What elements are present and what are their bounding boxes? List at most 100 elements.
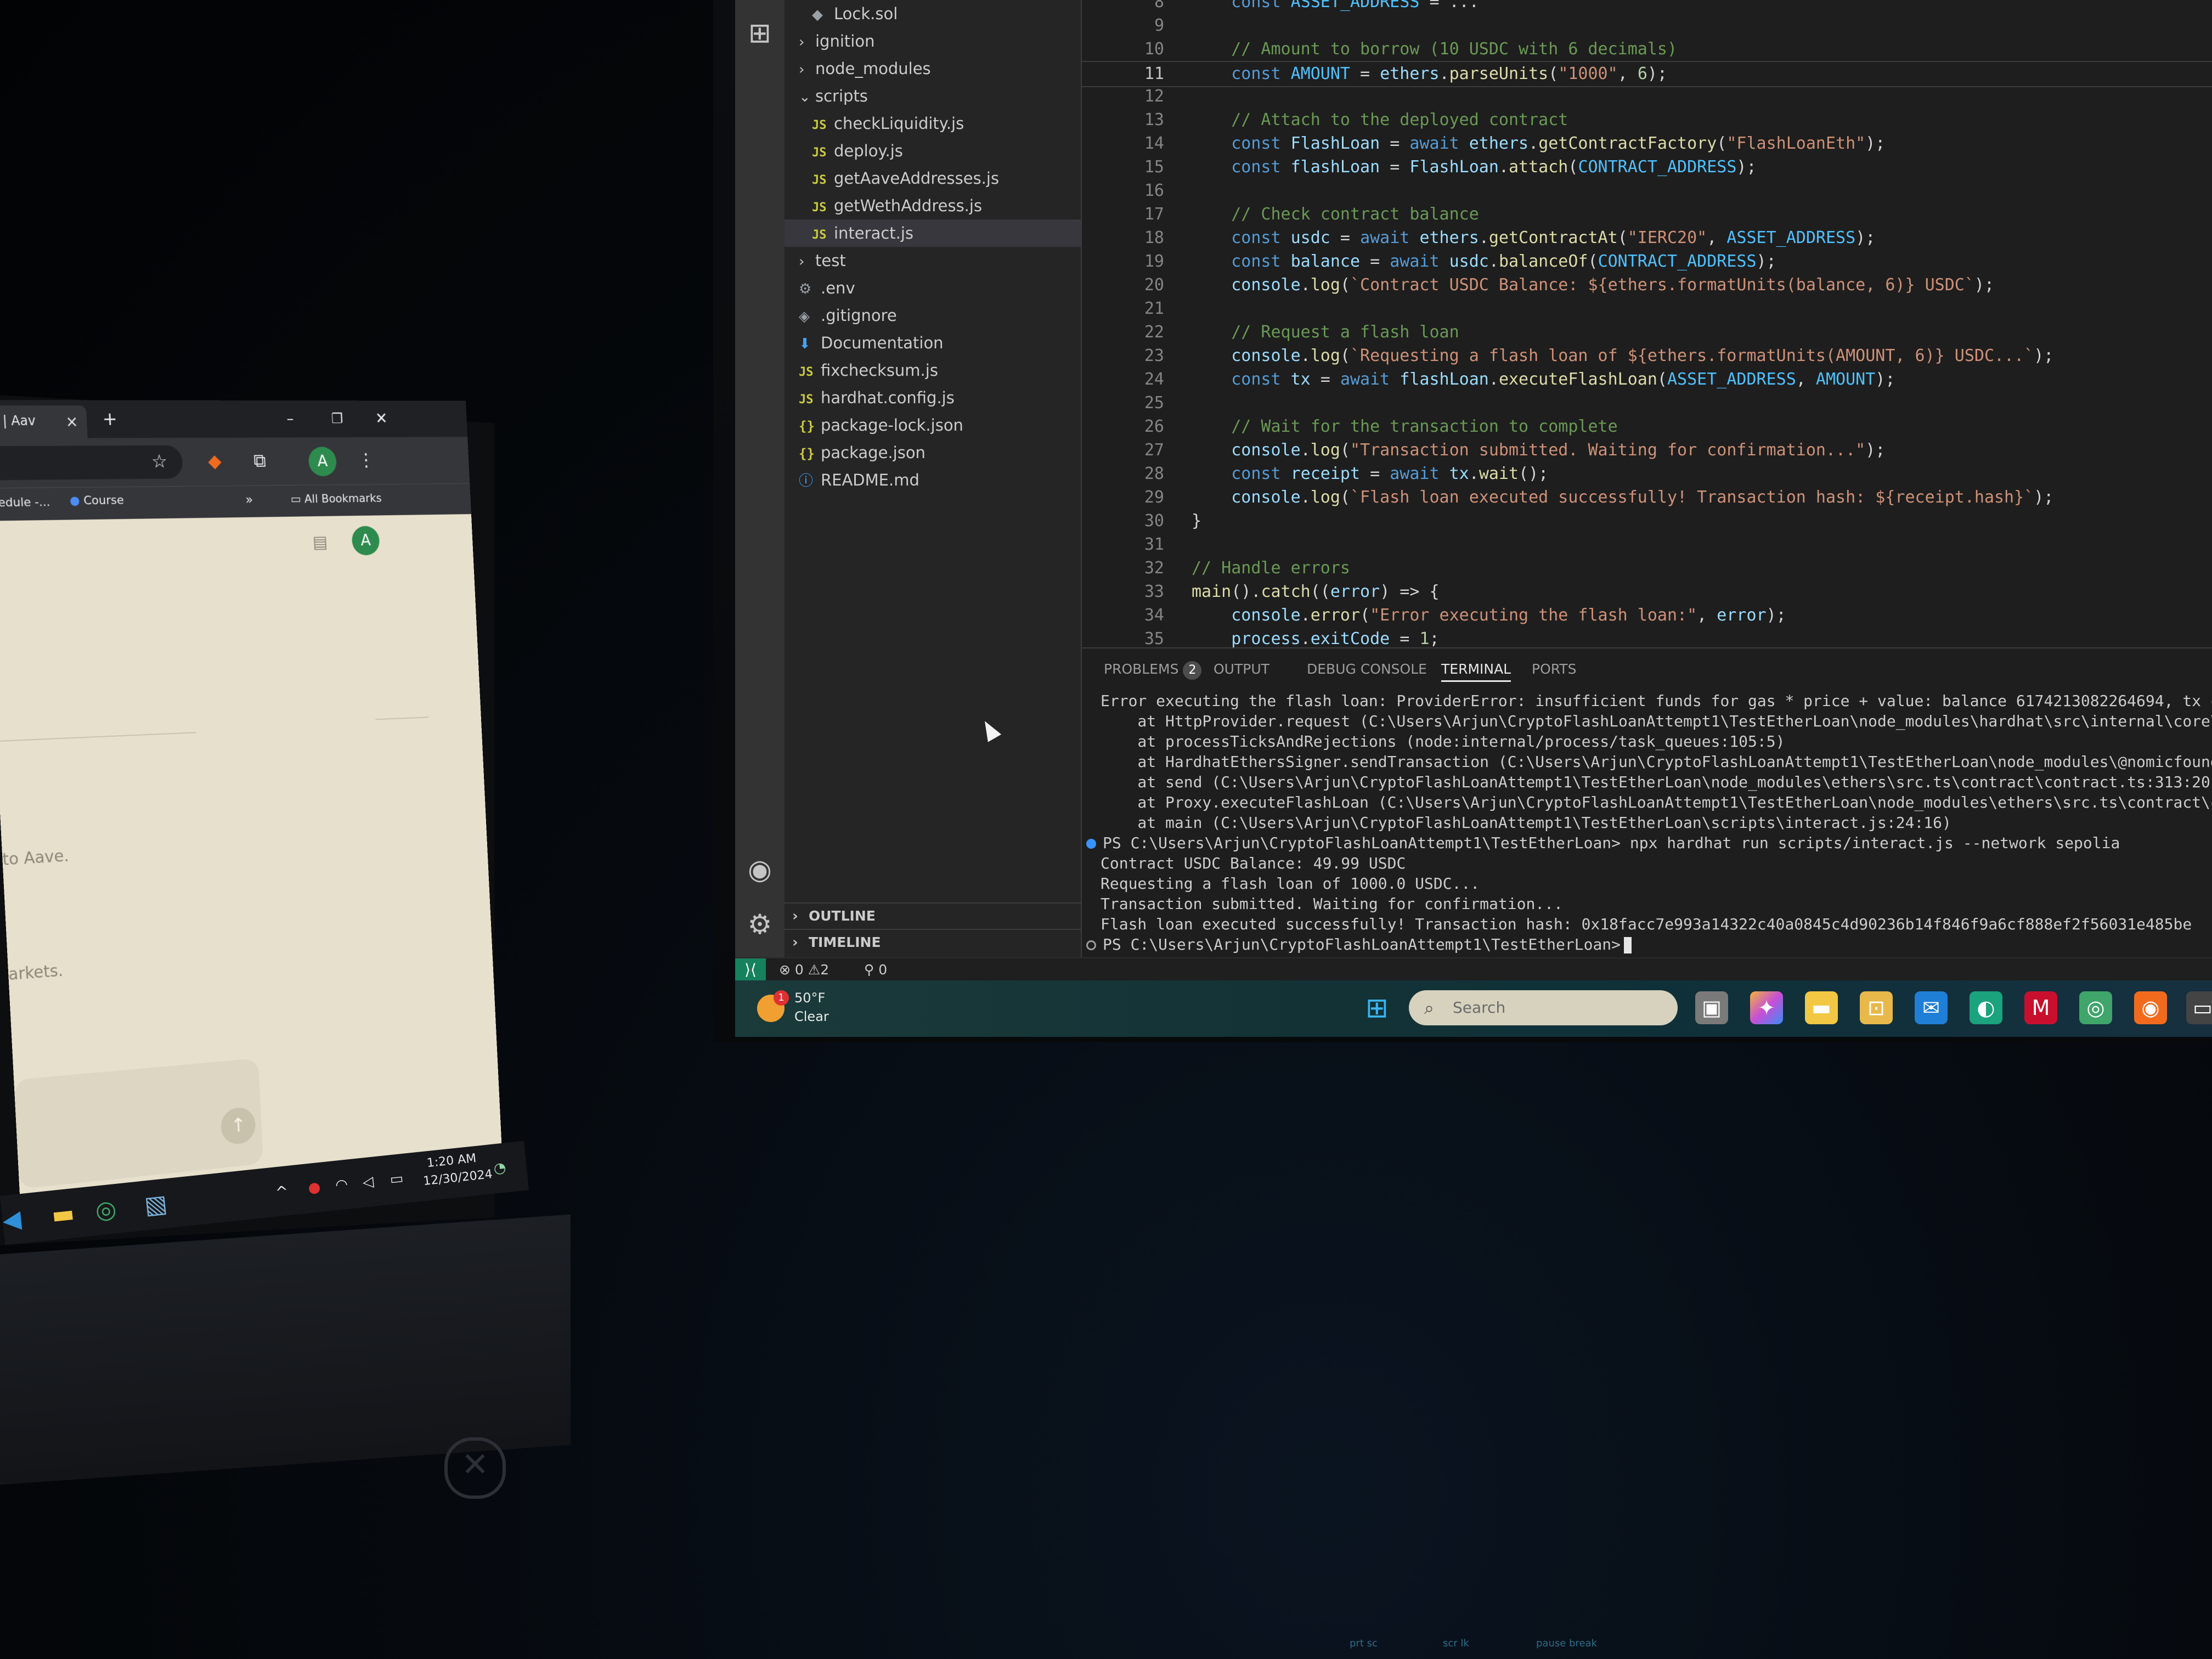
copilot-icon[interactable]: ✦ bbox=[1750, 991, 1783, 1024]
windows-start-icon[interactable]: ⊞ bbox=[1361, 991, 1393, 1024]
accounts-icon[interactable]: ◉ bbox=[743, 853, 776, 886]
close-tab-icon[interactable]: × bbox=[65, 411, 79, 433]
code-line[interactable]: 14 const FlashLoan = await ethers.getCon… bbox=[1082, 132, 2212, 156]
bookmark-course[interactable]: ● Course bbox=[69, 494, 124, 508]
explorer-item[interactable]: › ignition bbox=[785, 27, 1081, 55]
panel-tab-debug-console[interactable]: DEBUG CONSOLE bbox=[1307, 658, 1427, 680]
extensions-puzzle-icon[interactable]: ⧉ bbox=[253, 450, 266, 472]
code-line[interactable]: 20 console.log(`Contract USDC Balance: $… bbox=[1082, 273, 2212, 297]
explorer-item[interactable]: JS getWethAddress.js bbox=[785, 192, 1081, 219]
clock-time[interactable]: 1:20 AM bbox=[426, 1152, 477, 1170]
clock-date[interactable]: 12/30/2024 bbox=[422, 1167, 493, 1188]
file-explorer-icon[interactable]: ▬ bbox=[1805, 991, 1838, 1024]
problems-status[interactable]: ⊗ 0 ⚠2 bbox=[779, 958, 829, 981]
panel-tab-problems[interactable]: PROBLEMS 2 bbox=[1104, 658, 1202, 680]
code-line[interactable]: 16 bbox=[1082, 179, 2212, 203]
outline-section[interactable]: › OUTLINE bbox=[785, 902, 1081, 929]
code-line[interactable]: 24 const tx = await flashLoan.executeFla… bbox=[1082, 368, 2212, 392]
code-line[interactable]: 15 const flashLoan = FlashLoan.attach(CO… bbox=[1082, 155, 2212, 179]
remote-indicator-icon[interactable]: ⟩⟨ bbox=[735, 958, 766, 981]
explorer-item[interactable]: ⌄ scripts bbox=[785, 82, 1081, 110]
code-line[interactable]: 18 const usdc = await ethers.getContract… bbox=[1082, 226, 2212, 250]
edge-icon[interactable]: ◐ bbox=[1970, 991, 2002, 1024]
code-line[interactable]: 9 bbox=[1082, 14, 2212, 38]
notification-bell-icon[interactable]: ◔ bbox=[493, 1159, 507, 1177]
explorer-item[interactable]: JS getAaveAddresses.js bbox=[785, 165, 1081, 192]
code-line[interactable]: 19 const balance = await usdc.balanceOf(… bbox=[1082, 250, 2212, 274]
minimize-icon[interactable]: – bbox=[286, 408, 295, 430]
code-line[interactable]: 27 console.log("Transaction submitted. W… bbox=[1082, 438, 2212, 462]
code-line[interactable]: 8 const ASSET_ADDRESS = ... bbox=[1082, 0, 2212, 14]
chrome-icon[interactable]: ◎ bbox=[2079, 991, 2112, 1024]
task-view-icon[interactable]: ▣ bbox=[1695, 991, 1728, 1024]
photos-taskbar-icon[interactable]: ▧ bbox=[143, 1189, 169, 1220]
code-line[interactable]: 17 // Check contract balance bbox=[1082, 202, 2212, 227]
explorer-item[interactable]: ⬇ Documentation bbox=[785, 329, 1081, 357]
panel-tab-ports[interactable]: PORTS bbox=[1532, 658, 1576, 680]
ports-status[interactable]: ⚲ 0 bbox=[864, 958, 887, 981]
code-line[interactable]: 33 main().catch((error) => { bbox=[1082, 580, 2212, 604]
explorer-item[interactable]: › test bbox=[785, 247, 1081, 274]
panel-tab-output[interactable]: OUTPUT bbox=[1214, 658, 1269, 680]
explorer-item[interactable]: ◈ .gitignore bbox=[785, 302, 1081, 329]
explorer-item[interactable]: ⓘ README.md bbox=[785, 466, 1081, 494]
code-line[interactable]: 31 bbox=[1082, 533, 2212, 557]
window-close-icon[interactable]: ✕ bbox=[375, 409, 388, 430]
code-line[interactable]: 25 bbox=[1082, 391, 2212, 415]
explorer-item[interactable]: JS fixchecksum.js bbox=[785, 357, 1081, 384]
more-bookmarks-icon[interactable]: » bbox=[245, 492, 253, 507]
browser-tab[interactable]: rd | Aav × bbox=[0, 405, 88, 439]
panel-tab-terminal[interactable]: TERMINAL bbox=[1441, 658, 1511, 682]
explorer-item[interactable]: {} package-lock.json bbox=[785, 411, 1081, 439]
vscode-taskbar-icon[interactable]: ◀ bbox=[1, 1205, 22, 1234]
explorer-item[interactable]: ◆ Lock.sol bbox=[785, 0, 1081, 27]
code-line[interactable]: 22 // Request a flash loan bbox=[1082, 320, 2212, 345]
firefox-icon[interactable]: ◉ bbox=[2134, 991, 2167, 1024]
code-line[interactable]: 12 bbox=[1082, 84, 2212, 109]
kebab-menu-icon[interactable]: ⋮ bbox=[357, 450, 375, 471]
explorer-item[interactable]: JS checkLiquidity.js bbox=[785, 110, 1081, 137]
file-explorer-taskbar-icon[interactable]: ▬ bbox=[50, 1199, 76, 1229]
volume-icon[interactable]: ◁ bbox=[362, 1173, 375, 1191]
tray-app-icon[interactable]: ● bbox=[307, 1179, 321, 1197]
bookmark-star-icon[interactable]: ☆ bbox=[151, 451, 168, 472]
explorer-item[interactable]: {} package.json bbox=[785, 439, 1081, 466]
timeline-section[interactable]: › TIMELINE bbox=[785, 929, 1081, 955]
battery-icon[interactable]: ▭ bbox=[389, 1170, 404, 1188]
metamask-extension-icon[interactable]: ◆ bbox=[207, 450, 222, 472]
new-tab-icon[interactable]: + bbox=[102, 408, 118, 430]
explorer-item[interactable]: JS deploy.js bbox=[785, 137, 1081, 165]
settings-gear-icon[interactable]: ⚙ bbox=[743, 908, 776, 941]
page-avatar[interactable]: A bbox=[351, 526, 380, 556]
code-editor[interactable]: 8 const ASSET_ADDRESS = ... 9 10 // Amount… bbox=[1082, 0, 2212, 648]
chrome-taskbar-icon[interactable]: ◎ bbox=[94, 1195, 118, 1225]
microsoft-store-icon[interactable]: ⊡ bbox=[1860, 991, 1893, 1024]
tray-overflow-icon[interactable]: ^ bbox=[274, 1182, 289, 1201]
restore-icon[interactable]: ❐ bbox=[331, 409, 343, 430]
terminal-app-icon[interactable]: ▭ bbox=[2186, 991, 2212, 1024]
code-line[interactable]: 32 // Handle errors bbox=[1082, 556, 2212, 580]
taskbar-search-box[interactable]: ⌕ Search bbox=[1409, 990, 1678, 1025]
code-line[interactable]: 26 // Wait for the transaction to comple… bbox=[1082, 415, 2212, 439]
wifi-icon[interactable]: ◠ bbox=[335, 1176, 349, 1194]
extensions-icon[interactable]: ⊞ bbox=[743, 16, 776, 49]
outlook-icon[interactable]: ✉ bbox=[1915, 991, 1948, 1024]
code-line[interactable]: 28 const receipt = await tx.wait(); bbox=[1082, 462, 2212, 486]
code-line[interactable]: 30} bbox=[1082, 509, 2212, 533]
code-line[interactable]: 13 // Attach to the deployed contract bbox=[1082, 108, 2212, 132]
explorer-item[interactable]: JS hardhat.config.js bbox=[785, 384, 1081, 411]
weather-widget[interactable]: 1 bbox=[757, 990, 790, 1023]
code-line[interactable]: 34 console.error("Error executing the fl… bbox=[1082, 603, 2212, 628]
mcafee-icon[interactable]: M bbox=[2024, 991, 2057, 1024]
code-line[interactable]: 29 console.log(`Flash loan executed succ… bbox=[1082, 486, 2212, 510]
notes-icon[interactable]: ▤ bbox=[312, 532, 328, 552]
code-line[interactable]: 23 console.log(`Requesting a flash loan … bbox=[1082, 344, 2212, 368]
terminal-cursor[interactable] bbox=[1624, 937, 1632, 953]
code-line[interactable]: 10 // Amount to borrow (10 USDC with 6 d… bbox=[1082, 37, 2212, 61]
explorer-item[interactable]: ⚙ .env bbox=[785, 274, 1081, 302]
bookmark-schedule[interactable]: chedule -... bbox=[0, 495, 50, 510]
all-bookmarks[interactable]: ▭ All Bookmarks bbox=[290, 492, 382, 506]
explorer-item[interactable]: JS interact.js bbox=[785, 219, 1081, 247]
profile-avatar[interactable]: A bbox=[308, 447, 337, 477]
explorer-item[interactable]: › node_modules bbox=[785, 55, 1081, 82]
